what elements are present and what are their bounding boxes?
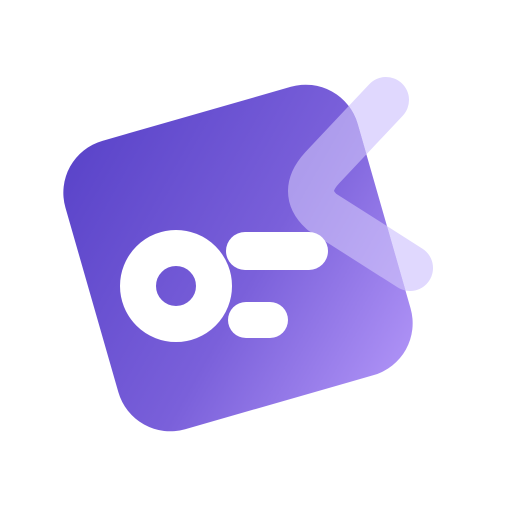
app-logo — [63, 77, 433, 432]
app-icon-canvas — [0, 0, 512, 512]
